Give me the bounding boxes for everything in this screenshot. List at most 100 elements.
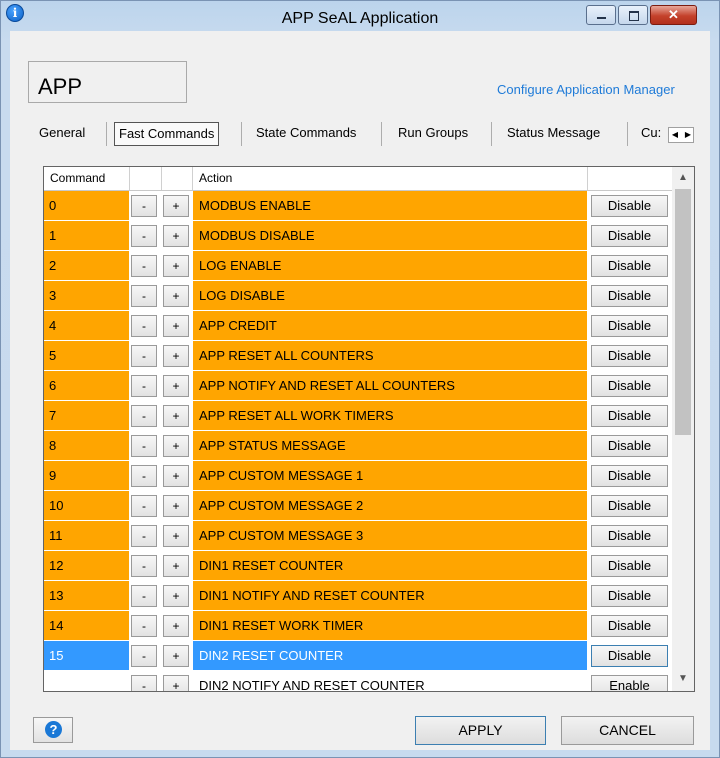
toggle-button[interactable]: Disable (591, 375, 668, 397)
help-button[interactable]: ? (33, 717, 73, 743)
tab-state-commands[interactable]: State Commands (256, 119, 356, 147)
scroll-up-icon[interactable]: ▲ (672, 169, 694, 187)
table-row[interactable]: 10- + APP CUSTOM MESSAGE 2 Disable (44, 491, 672, 521)
decrement-button[interactable]: - (131, 675, 157, 691)
decrement-button[interactable]: - (131, 375, 157, 397)
apply-button[interactable]: APPLY (415, 716, 546, 745)
decrement-button[interactable]: - (131, 555, 157, 577)
toggle-button[interactable]: Disable (591, 615, 668, 637)
minimize-icon (597, 17, 606, 19)
toggle-button[interactable]: Enable (591, 675, 668, 691)
tab-custom-truncated[interactable]: Cu: (641, 119, 668, 147)
increment-button[interactable]: + (163, 435, 189, 457)
toggle-button[interactable]: Disable (591, 285, 668, 307)
table-row[interactable]: 0- + MODBUS ENABLE Disable (44, 191, 672, 221)
increment-button[interactable]: + (163, 555, 189, 577)
table-row[interactable]: 12- + DIN1 RESET COUNTER Disable (44, 551, 672, 581)
table-row[interactable]: 1- + MODBUS DISABLE Disable (44, 221, 672, 251)
increment-button[interactable]: + (163, 255, 189, 277)
action-name: MODBUS DISABLE (193, 221, 588, 250)
decrement-button[interactable]: - (131, 615, 157, 637)
decrement-button[interactable]: - (131, 405, 157, 427)
minimize-button[interactable] (586, 5, 616, 25)
scroll-down-icon[interactable]: ▼ (672, 670, 694, 688)
increment-button[interactable]: + (163, 495, 189, 517)
increment-button[interactable]: + (163, 525, 189, 547)
command-number: 4 (44, 311, 130, 340)
increment-button[interactable]: + (163, 195, 189, 217)
decrement-button[interactable]: - (131, 255, 157, 277)
table-row[interactable]: 11- + APP CUSTOM MESSAGE 3 Disable (44, 521, 672, 551)
increment-button[interactable]: + (163, 465, 189, 487)
toggle-button[interactable]: Disable (591, 195, 668, 217)
table-row[interactable]: 6- + APP NOTIFY AND RESET ALL COUNTERS Disa… (44, 371, 672, 401)
decrement-button[interactable]: - (131, 345, 157, 367)
vertical-scrollbar[interactable]: ▲ ▼ (672, 167, 694, 691)
toggle-button[interactable]: Disable (591, 585, 668, 607)
tab-separator (381, 122, 382, 146)
table-row[interactable]: 13- + DIN1 NOTIFY AND RESET COUNTER Disable (44, 581, 672, 611)
help-icon: ? (45, 721, 62, 738)
close-button[interactable]: ✕ (650, 5, 697, 25)
column-header-action[interactable]: Action (193, 167, 588, 190)
scroll-thumb[interactable] (675, 189, 691, 435)
tab-strip: General Fast Commands State Commands Run… (31, 119, 701, 149)
table-row[interactable]: 9- + APP CUSTOM MESSAGE 1 Disable (44, 461, 672, 491)
increment-button[interactable]: + (163, 585, 189, 607)
configure-application-manager-link[interactable]: Configure Application Manager (497, 82, 675, 97)
maximize-icon (629, 11, 639, 21)
toggle-button[interactable]: Disable (591, 435, 668, 457)
decrement-button[interactable]: - (131, 585, 157, 607)
maximize-button[interactable] (618, 5, 648, 25)
tab-status-message[interactable]: Status Message (507, 119, 600, 147)
increment-button[interactable]: + (163, 225, 189, 247)
increment-button[interactable]: + (163, 345, 189, 367)
increment-button[interactable]: + (163, 375, 189, 397)
decrement-button[interactable]: - (131, 195, 157, 217)
decrement-button[interactable]: - (131, 525, 157, 547)
toggle-button[interactable]: Disable (591, 345, 668, 367)
increment-button[interactable]: + (163, 285, 189, 307)
table-row[interactable]: 4- + APP CREDIT Disable (44, 311, 672, 341)
tab-fast-commands[interactable]: Fast Commands (114, 122, 220, 146)
title-bar[interactable]: i APP SeAL Application ✕ (1, 1, 719, 31)
increment-button[interactable]: + (163, 645, 189, 667)
action-name: DIN1 NOTIFY AND RESET COUNTER (193, 581, 588, 610)
tab-scroll-left-icon[interactable]: ◀ (669, 128, 681, 142)
table-row[interactable]: 2- + LOG ENABLE Disable (44, 251, 672, 281)
app-name-box: APP (28, 61, 187, 103)
table-row[interactable]: 14- + DIN1 RESET WORK TIMER Disable (44, 611, 672, 641)
toggle-button[interactable]: Disable (591, 465, 668, 487)
toggle-button[interactable]: Disable (591, 495, 668, 517)
decrement-button[interactable]: - (131, 495, 157, 517)
toggle-button[interactable]: Disable (591, 525, 668, 547)
tab-scroll-right-icon[interactable]: ▶ (682, 128, 694, 142)
decrement-button[interactable]: - (131, 435, 157, 457)
column-header-command[interactable]: Command (44, 167, 130, 190)
table-row[interactable]: 8- + APP STATUS MESSAGE Disable (44, 431, 672, 461)
toggle-button[interactable]: Disable (591, 255, 668, 277)
toggle-button[interactable]: Disable (591, 315, 668, 337)
table-row[interactable]: 3- + LOG DISABLE Disable (44, 281, 672, 311)
toggle-button[interactable]: Disable (591, 225, 668, 247)
increment-button[interactable]: + (163, 615, 189, 637)
cancel-button[interactable]: CANCEL (561, 716, 694, 745)
decrement-button[interactable]: - (131, 465, 157, 487)
toggle-button[interactable]: Disable (591, 405, 668, 427)
tab-general[interactable]: General (39, 119, 85, 147)
command-number: 1 (44, 221, 130, 250)
increment-button[interactable]: + (163, 405, 189, 427)
decrement-button[interactable]: - (131, 315, 157, 337)
increment-button[interactable]: + (163, 675, 189, 691)
tab-run-groups[interactable]: Run Groups (398, 119, 468, 147)
table-row[interactable]: 15- + DIN2 RESET COUNTER Disable (44, 641, 672, 671)
toggle-button[interactable]: Disable (591, 555, 668, 577)
decrement-button[interactable]: - (131, 645, 157, 667)
decrement-button[interactable]: - (131, 225, 157, 247)
toggle-button[interactable]: Disable (591, 645, 668, 667)
table-row[interactable]: 7- + APP RESET ALL WORK TIMERS Disable (44, 401, 672, 431)
table-row[interactable]: - + DIN2 NOTIFY AND RESET COUNTER Enable (44, 671, 672, 691)
increment-button[interactable]: + (163, 315, 189, 337)
table-row[interactable]: 5- + APP RESET ALL COUNTERS Disable (44, 341, 672, 371)
decrement-button[interactable]: - (131, 285, 157, 307)
